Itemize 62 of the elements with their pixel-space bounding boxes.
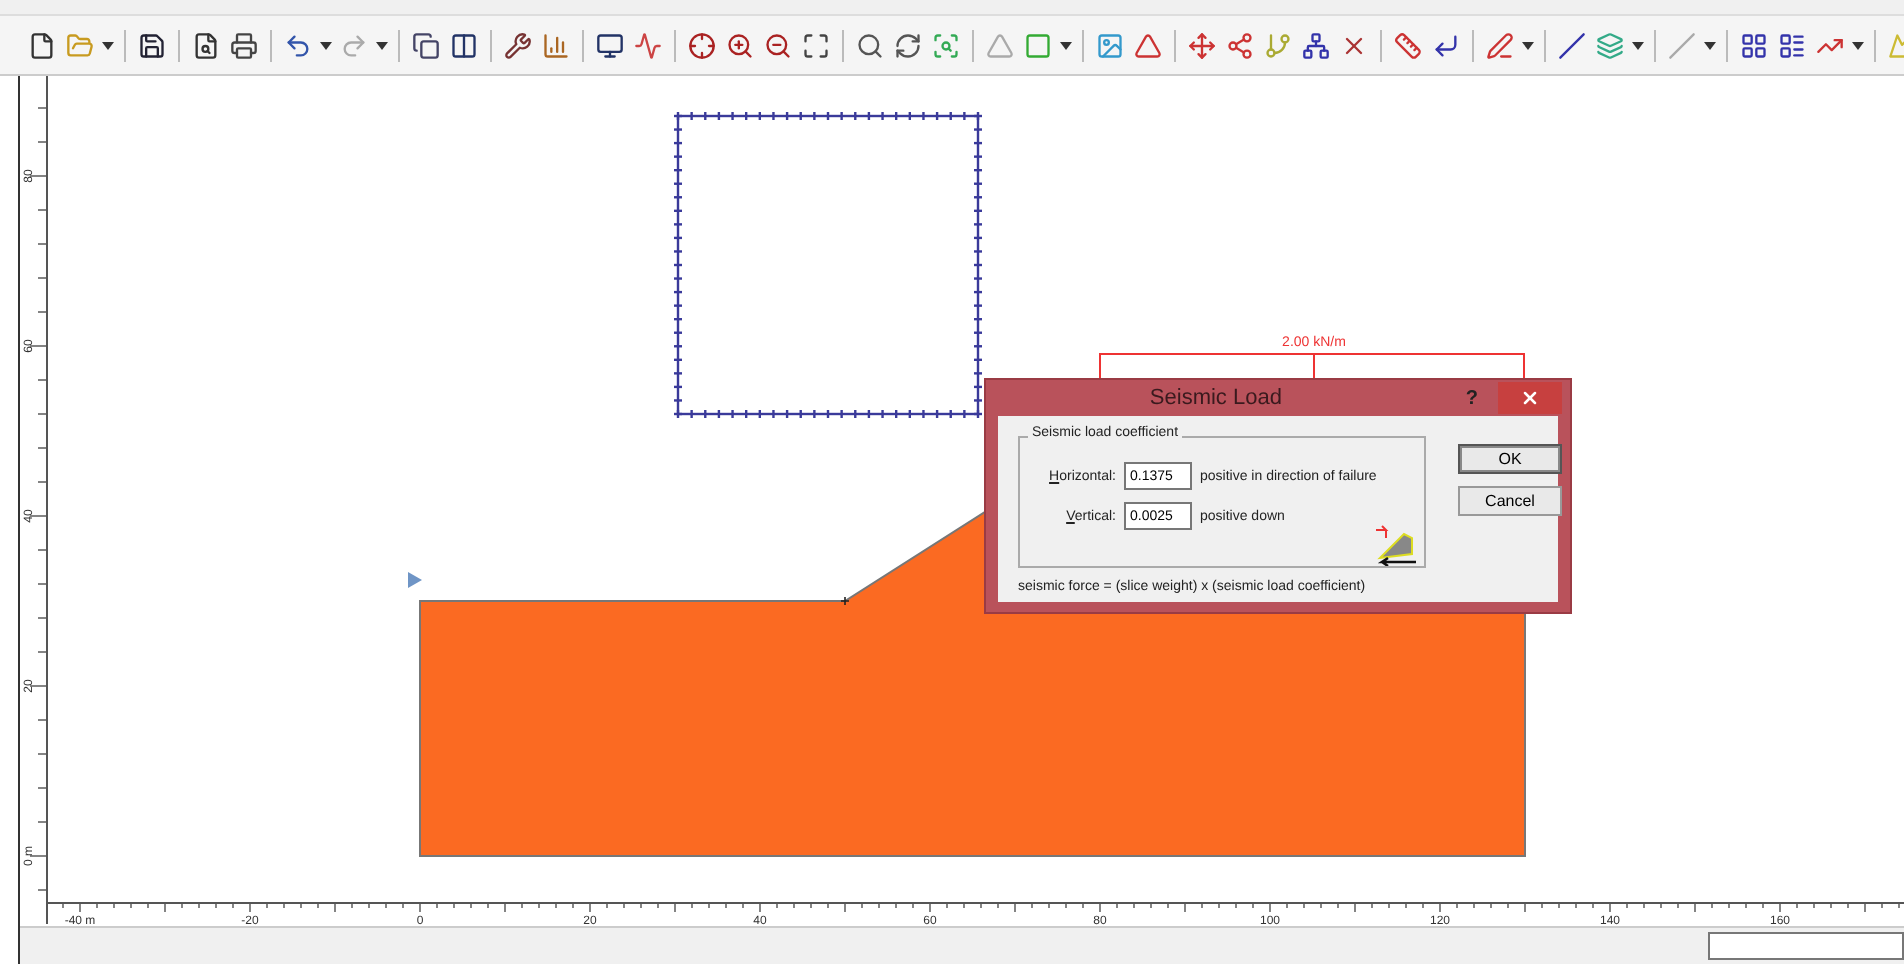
caret-icon <box>1632 41 1644 50</box>
network-icon <box>1302 31 1330 60</box>
nodes-button[interactable] <box>1222 27 1258 64</box>
cancel-button[interactable]: Cancel <box>1458 486 1562 516</box>
move-icon <box>1188 31 1216 60</box>
undo-icon <box>284 31 312 60</box>
zoom-in-icon <box>726 31 754 60</box>
print-preview-icon <box>192 31 220 60</box>
copy-button[interactable] <box>408 27 444 64</box>
branch-icon <box>1264 31 1292 60</box>
bar-chart-icon <box>542 31 570 60</box>
columns-icon <box>450 31 478 60</box>
nodes-icon <box>1226 31 1254 60</box>
caret-icon <box>1852 41 1864 50</box>
redo-icon <box>340 31 368 60</box>
wave-icon <box>634 31 662 60</box>
caret-icon <box>1522 41 1534 50</box>
ok-button[interactable]: OK <box>1458 444 1562 474</box>
slash-icon <box>1558 31 1586 60</box>
slash-button[interactable] <box>1554 27 1590 64</box>
slope-icon <box>1372 522 1420 566</box>
copy-icon <box>412 31 440 60</box>
refresh-icon <box>894 31 922 60</box>
caret-icon <box>1060 41 1072 50</box>
new-file-icon <box>28 31 56 60</box>
triangle-icon <box>1134 31 1162 60</box>
caret-icon <box>1704 41 1716 50</box>
ruler-button[interactable] <box>1390 27 1426 64</box>
zoom-out-icon <box>764 31 792 60</box>
square-icon <box>1024 31 1052 60</box>
layers-icon <box>1596 31 1624 60</box>
slash-icon <box>1668 31 1696 60</box>
wrench-icon <box>504 31 532 60</box>
triangle-icon <box>986 31 1014 60</box>
folder-icon <box>66 31 94 60</box>
return-arrow-icon <box>1432 31 1460 60</box>
vertex-marker <box>840 596 850 606</box>
list-icon <box>1778 31 1806 60</box>
close-icon <box>1520 388 1540 408</box>
close-button[interactable] <box>1498 382 1562 414</box>
zoom-window-icon <box>932 31 960 60</box>
network-button[interactable] <box>1298 27 1334 64</box>
monitor-icon <box>596 31 624 60</box>
pen-button[interactable] <box>1482 27 1518 64</box>
search-icon <box>856 31 884 60</box>
wave-button[interactable] <box>630 27 666 64</box>
crosshair-button[interactable] <box>684 27 720 64</box>
caret-icon <box>376 41 388 50</box>
dialog-title: Seismic Load <box>1147 386 1284 410</box>
grid-icon <box>1740 31 1768 60</box>
move-button[interactable] <box>1184 27 1220 64</box>
printer-icon <box>230 31 258 60</box>
caret-icon <box>320 41 332 50</box>
save-icon <box>138 31 166 60</box>
zoom-extents-icon <box>802 31 830 60</box>
printer-button[interactable] <box>226 27 262 64</box>
ruler-icon <box>1394 31 1422 60</box>
caret-icon <box>102 41 114 50</box>
image-icon <box>1096 31 1124 60</box>
crosshair-icon <box>688 31 716 60</box>
pen-icon <box>1486 31 1514 60</box>
wrench-button[interactable] <box>500 27 536 64</box>
